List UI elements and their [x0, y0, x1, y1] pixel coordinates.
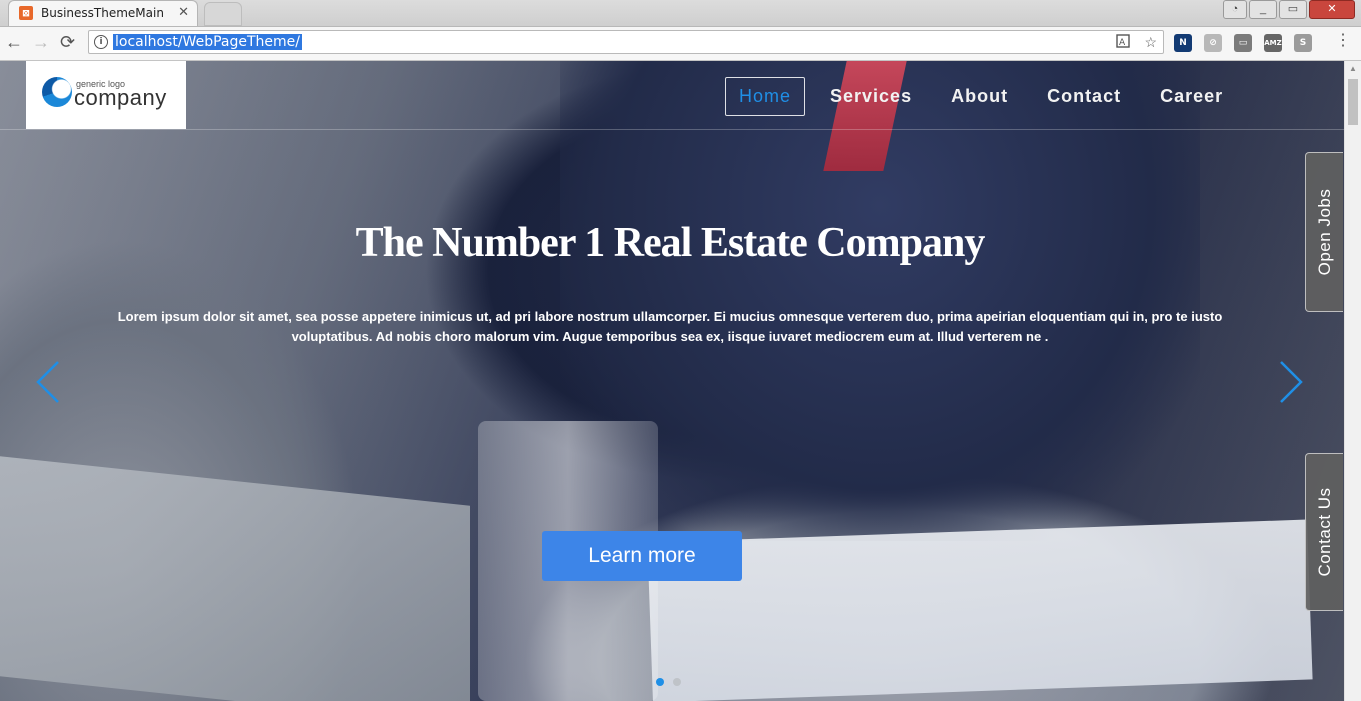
back-button[interactable]: ←	[5, 32, 23, 52]
tab-title: BusinessThemeMain	[41, 6, 164, 20]
svg-text:A: A	[1119, 38, 1126, 48]
hero-title: The Number 1 Real Estate Company	[355, 220, 986, 266]
learn-more-button[interactable]: Learn more	[542, 531, 742, 581]
scroll-up-arrow-icon[interactable]: ▲	[1349, 64, 1357, 73]
nav-link-services[interactable]: Services	[816, 77, 926, 116]
open-jobs-label: Open Jobs	[1314, 188, 1334, 276]
reload-button[interactable]: ⟳	[60, 32, 75, 52]
address-bar[interactable]: i localhost/WebPageTheme/ A ☆	[88, 30, 1164, 54]
bookmark-star-icon[interactable]: ☆	[1144, 34, 1157, 51]
logo-mark-icon	[42, 77, 72, 107]
carousel-indicators	[656, 678, 681, 686]
chevron-right-icon	[1280, 361, 1303, 403]
hero-background-image	[0, 61, 1344, 701]
scrollbar-thumb[interactable]	[1348, 79, 1358, 125]
laptop-decoration	[0, 456, 470, 701]
logo-big-text: company	[74, 85, 167, 110]
tab-close-icon[interactable]: ✕	[178, 4, 189, 20]
extension-s-icon[interactable]: S	[1294, 34, 1312, 52]
nav-link-contact[interactable]: Contact	[1033, 77, 1135, 116]
web-page: generic logo company Home Services About…	[0, 61, 1344, 701]
carousel-prev-button[interactable]	[36, 361, 60, 403]
nav-link-about[interactable]: About	[937, 77, 1022, 116]
translate-icon[interactable]: A	[1116, 34, 1131, 51]
paper-decoration	[647, 519, 1313, 701]
browser-menu-icon[interactable]: ⋮	[1335, 33, 1351, 49]
main-nav: Home Services About Contact Career	[725, 77, 1248, 116]
open-jobs-tab[interactable]: Open Jobs	[1305, 152, 1343, 312]
extension-window-icon[interactable]: ▭	[1234, 34, 1252, 52]
hero-description: Lorem ipsum dolor sit amet, sea posse ap…	[117, 309, 1223, 344]
window-controls: ◔ _ ▭ ✕	[1223, 0, 1355, 19]
page-scrollbar[interactable]: ▲	[1344, 61, 1361, 701]
chevron-left-icon	[36, 361, 59, 403]
browser-tab[interactable]: ⊠ BusinessThemeMain ✕	[8, 0, 198, 26]
extension-n-icon[interactable]: N	[1174, 34, 1192, 52]
minimize-button[interactable]: _	[1249, 0, 1277, 19]
site-header: generic logo company Home Services About…	[0, 61, 1344, 130]
contact-us-tab[interactable]: Contact Us	[1305, 453, 1343, 611]
carousel-dot-1[interactable]	[656, 678, 664, 686]
profile-icon[interactable]: ◔	[1223, 0, 1247, 19]
browser-toolbar: ← → ⟳ i localhost/WebPageTheme/ A ☆ N ⊘ …	[0, 27, 1361, 61]
new-tab-button[interactable]	[204, 2, 242, 26]
carousel-dot-2[interactable]	[673, 678, 681, 686]
nav-link-home[interactable]: Home	[725, 77, 806, 116]
extension-block-icon[interactable]: ⊘	[1204, 34, 1222, 52]
url-text[interactable]: localhost/WebPageTheme/	[113, 34, 302, 50]
favicon-icon: ⊠	[19, 6, 33, 20]
browser-tab-bar: ⊠ BusinessThemeMain ✕ ◔ _ ▭ ✕	[0, 0, 1361, 27]
site-logo[interactable]: generic logo company	[26, 61, 186, 129]
info-icon[interactable]: i	[94, 35, 108, 49]
contact-us-label: Contact Us	[1314, 487, 1334, 577]
carousel-next-button[interactable]	[1279, 361, 1303, 403]
extension-amz-icon[interactable]: AMZ	[1264, 34, 1282, 52]
close-window-button[interactable]: ✕	[1309, 0, 1355, 19]
maximize-button[interactable]: ▭	[1279, 0, 1307, 19]
forward-button[interactable]: →	[32, 32, 50, 52]
nav-link-career[interactable]: Career	[1146, 77, 1237, 116]
extension-icons: N ⊘ ▭ AMZ S	[1174, 34, 1312, 52]
